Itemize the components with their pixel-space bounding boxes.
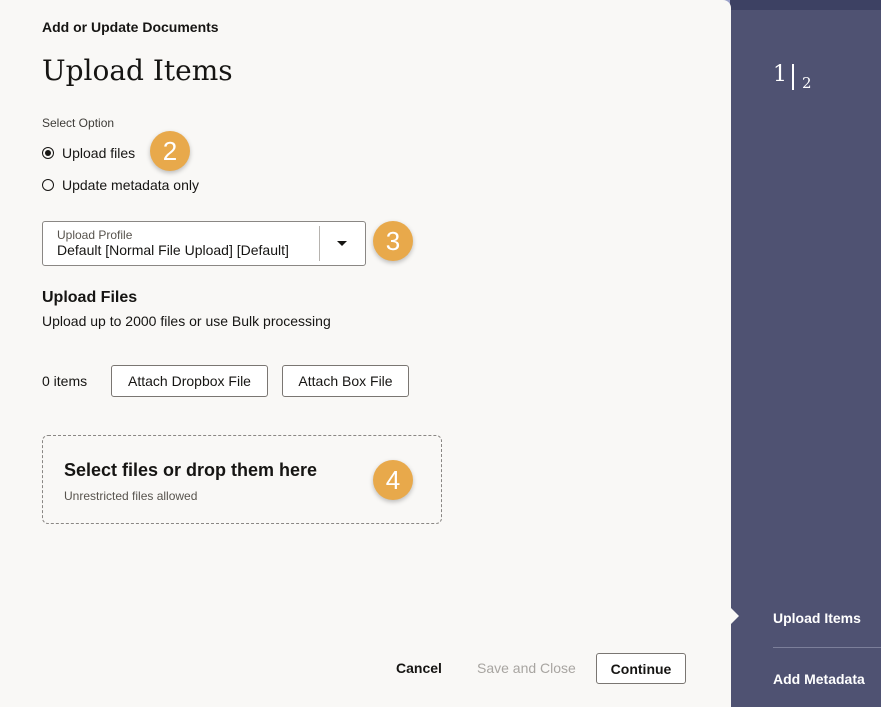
step-upload-items[interactable]: Upload Items <box>773 610 861 626</box>
upload-files-heading: Upload Files <box>42 289 138 306</box>
upload-profile-value: Default [Normal File Upload] [Default] <box>57 242 289 258</box>
chevron-down-icon[interactable] <box>337 241 347 246</box>
radio-label: Update metadata only <box>62 177 199 193</box>
upload-profile-select[interactable]: Upload Profile Default [Normal File Uplo… <box>42 221 366 266</box>
select-divider <box>319 226 320 261</box>
current-step-pointer-icon <box>731 608 739 624</box>
item-count: 0 items <box>42 373 88 389</box>
upload-files-description: Upload up to 2000 files or use Bulk proc… <box>42 313 331 329</box>
dropzone-note: Unrestricted files allowed <box>64 489 198 503</box>
dialog-panel: Add or Update Documents Upload Items Sel… <box>0 0 731 707</box>
step-divider <box>773 647 881 648</box>
callout-badge-3: 3 <box>373 221 413 261</box>
radio-unchecked-icon <box>42 179 54 191</box>
callout-badge-4: 4 <box>373 460 413 500</box>
current-step-number: 1 <box>773 62 787 87</box>
dropzone-heading: Select files or drop them here <box>64 460 318 480</box>
select-option-label: Select Option <box>42 116 115 130</box>
step-counter-divider <box>792 64 794 90</box>
step-add-metadata[interactable]: Add Metadata <box>773 671 865 687</box>
radio-checked-icon <box>42 147 54 159</box>
step-train-sidebar: 1 2 Upload Items Add Metadata <box>731 10 881 707</box>
save-and-close-button[interactable]: Save and Close <box>477 660 576 676</box>
continue-button[interactable]: Continue <box>596 653 686 684</box>
callout-badge-2: 2 <box>150 131 190 171</box>
cancel-button[interactable]: Cancel <box>396 660 442 676</box>
attach-box-button[interactable]: Attach Box File <box>282 365 409 397</box>
dialog-subtitle: Add or Update Documents <box>42 19 219 35</box>
radio-update-metadata[interactable]: Update metadata only <box>42 177 199 193</box>
attach-dropbox-button[interactable]: Attach Dropbox File <box>111 365 268 397</box>
total-step-number: 2 <box>802 74 812 92</box>
page-title: Upload Items <box>42 54 233 87</box>
radio-label: Upload files <box>62 145 136 161</box>
upload-profile-label: Upload Profile <box>57 228 133 242</box>
radio-upload-files[interactable]: Upload files <box>42 145 135 161</box>
